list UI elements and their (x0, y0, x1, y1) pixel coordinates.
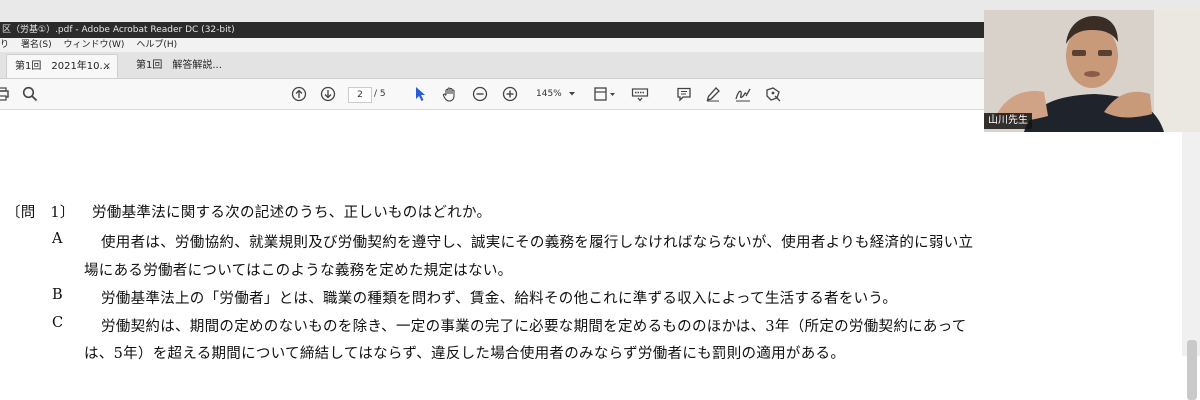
keyboard-icon[interactable] (630, 79, 650, 109)
comment-icon[interactable] (675, 79, 693, 109)
option-letter-a: A (52, 231, 63, 247)
option-letter-c: C (52, 315, 64, 331)
option-a-line-1: 使用者は、労働協約、就業規則及び労働契約を遵守し、誠実にその義務を履行しなければ… (101, 235, 974, 251)
option-b-line-1: 労働基準法上の「労働者」とは、職業の種類を問わず、賃金、給料その他これに準ずる収… (101, 291, 898, 307)
speaker-name-label: 山川先生 (984, 113, 1032, 129)
page-number-input[interactable]: 2 (348, 87, 372, 103)
zoom-in-icon[interactable] (501, 79, 519, 109)
option-a-line-2: 場にある労働者についてはこのような義務を定めた規定はない。 (84, 263, 513, 279)
scrollbar-thumb[interactable] (1187, 340, 1197, 400)
select-cursor-icon[interactable] (412, 79, 428, 109)
page-up-icon[interactable] (290, 79, 308, 109)
page-layout-icon[interactable] (592, 79, 618, 109)
print-icon[interactable] (0, 79, 10, 109)
zoom-level[interactable]: 145% (536, 87, 566, 101)
menu-item-file[interactable]: り (0, 40, 9, 50)
menu-item-sign[interactable]: 署名(S) (21, 40, 52, 50)
question-text: 労働基準法に関する次の記述のうち、正しいものはどれか。 (92, 205, 492, 221)
vertical-scrollbar[interactable] (1182, 110, 1200, 400)
tab-label: 第1回 2021年10... (15, 61, 110, 72)
window-title: 区（労基①）.pdf - Adobe Acrobat Reader DC (32… (2, 25, 235, 35)
question-label: 〔問 1〕 (6, 205, 75, 221)
hand-tool-icon[interactable] (441, 79, 459, 109)
search-icon[interactable] (20, 79, 40, 109)
menu-item-help[interactable]: ヘルプ(H) (136, 40, 177, 50)
page-total: / 5 (374, 89, 386, 99)
menu-item-window[interactable]: ウィンドウ(W) (64, 40, 125, 50)
tab-label: 第1回 解答解説... (136, 60, 222, 71)
stamp-icon[interactable] (763, 79, 783, 109)
page-down-icon[interactable] (319, 79, 337, 109)
option-c-line-1: 労働契約は、期間の定めのないものを除き、一定の事業の完了に必要な期間を定めるもの… (101, 319, 967, 335)
sign-icon[interactable] (733, 79, 753, 109)
tab-document-2[interactable]: 第1回 解答解説... (126, 54, 236, 78)
close-icon[interactable]: × (103, 55, 111, 79)
option-letter-b: B (52, 287, 63, 303)
highlight-pen-icon[interactable] (704, 79, 722, 109)
zoom-dropdown-icon[interactable] (566, 79, 578, 109)
zoom-out-icon[interactable] (471, 79, 489, 109)
option-c-line-2: は、5年）を超える期間について締結してはならず、違反した場合使用者のみならず労働… (84, 346, 846, 362)
tab-document-1[interactable]: 第1回 2021年10... × (6, 54, 118, 78)
